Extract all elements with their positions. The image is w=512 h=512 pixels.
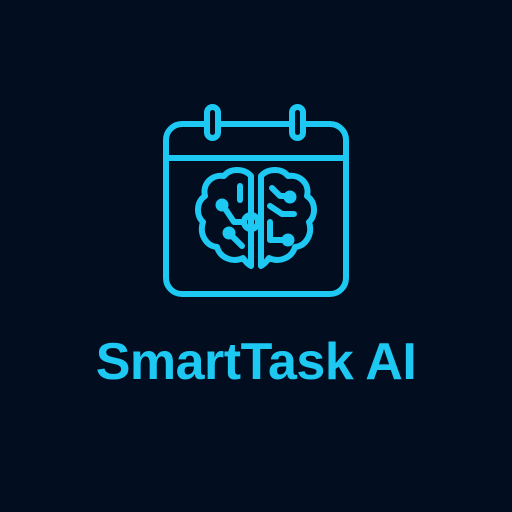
brain-left-node-lower (222, 226, 236, 240)
brain-left-trace-upper (223, 207, 247, 225)
brain-right-trace-lower (267, 219, 287, 243)
brain-right-hemisphere (258, 167, 317, 269)
logo-canvas: SmartTask AI (0, 0, 512, 512)
calendar-ring-left (204, 104, 221, 141)
brain-right-trace-mid (267, 203, 297, 217)
calendar-frame (163, 121, 349, 297)
calendar-ring-right (289, 104, 306, 141)
brain-left-node-upper (215, 198, 229, 212)
brain-right-node-upper (283, 190, 297, 204)
brand-name: SmartTask AI (95, 333, 417, 391)
calendar-brain-icon (163, 104, 349, 297)
brain-right-node-lower (281, 233, 295, 247)
